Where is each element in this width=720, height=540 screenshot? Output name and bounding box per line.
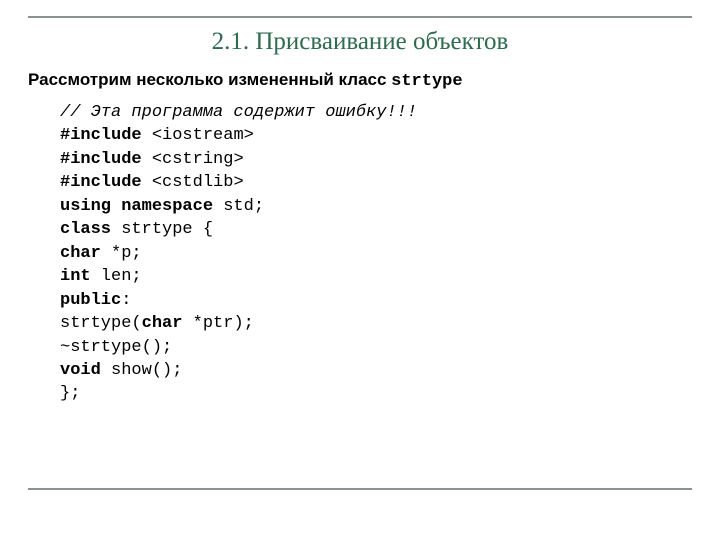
code-line: #include <cstdlib> xyxy=(60,171,692,194)
intro-text: Рассмотрим несколько измененный класс st… xyxy=(28,70,692,91)
code-line: void show(); xyxy=(60,359,692,382)
code-comment: // Эта программа содержит ошибку!!! xyxy=(60,101,692,124)
page-title: 2.1. Присваивание объектов xyxy=(28,28,692,56)
code-line: #include <cstring> xyxy=(60,148,692,171)
code-line: ~strtype(); xyxy=(60,336,692,359)
top-divider xyxy=(28,16,692,18)
code-line: using namespace std; xyxy=(60,195,692,218)
code-line: #include <iostream> xyxy=(60,124,692,147)
code-block: // Эта программа содержит ошибку!!! #inc… xyxy=(60,101,692,406)
slide: 2.1. Присваивание объектов Рассмотрим не… xyxy=(0,0,720,540)
code-line: public: xyxy=(60,289,692,312)
code-lines: #include <iostream>#include <cstring>#in… xyxy=(60,124,692,405)
code-line: }; xyxy=(60,382,692,405)
bottom-divider xyxy=(28,488,692,490)
code-line: char *p; xyxy=(60,242,692,265)
code-line: class strtype { xyxy=(60,218,692,241)
intro-prefix: Рассмотрим несколько измененный класс xyxy=(28,70,391,89)
code-line: int len; xyxy=(60,265,692,288)
code-line: strtype(char *ptr); xyxy=(60,312,692,335)
intro-classname: strtype xyxy=(391,72,462,91)
